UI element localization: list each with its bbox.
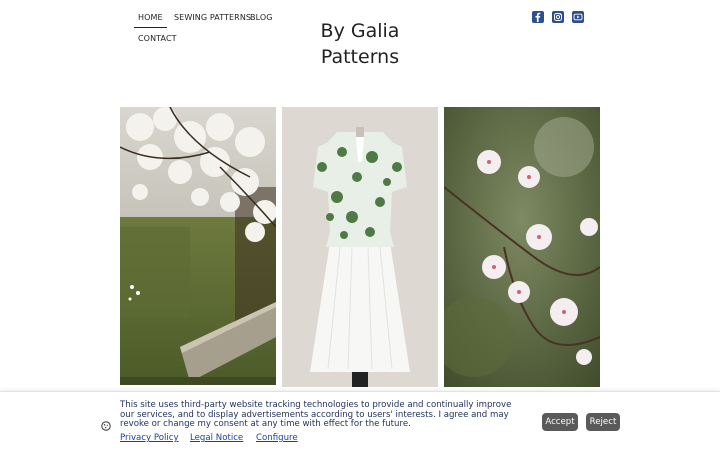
cookie-banner: This site uses third-party website track…	[0, 391, 720, 450]
nav-item-home[interactable]: HOME	[134, 13, 167, 28]
nav-item-contact[interactable]: CONTACT	[138, 34, 177, 43]
privacy-policy-link[interactable]: Privacy Policy	[120, 433, 179, 443]
facebook-icon[interactable]	[532, 11, 544, 23]
gallery-image-blossom-tree[interactable]	[120, 107, 276, 385]
instagram-icon[interactable]	[552, 11, 564, 23]
configure-link[interactable]: Configure	[256, 433, 298, 443]
cookie-message: This site uses third-party website track…	[120, 400, 512, 430]
accept-button[interactable]: Accept	[542, 413, 578, 431]
page: HOME SEWING PATTERNS BLOG CONTACT By Gal…	[0, 0, 720, 450]
legal-notice-link[interactable]: Legal Notice	[190, 433, 243, 443]
gallery-image-blouse-skirt[interactable]	[282, 107, 438, 387]
site-title-line1: By Galia	[320, 20, 400, 42]
site-title[interactable]: By Galia Patterns	[300, 18, 420, 70]
cookie-icon	[101, 416, 111, 435]
youtube-icon[interactable]	[572, 11, 584, 23]
gallery-image-cherry-blossoms[interactable]	[444, 107, 600, 387]
site-title-line2: Patterns	[320, 46, 400, 68]
nav-item-blog[interactable]: BLOG	[250, 13, 273, 22]
reject-button[interactable]: Reject	[586, 413, 620, 431]
nav-item-sewing-patterns[interactable]: SEWING PATTERNS	[174, 13, 251, 22]
